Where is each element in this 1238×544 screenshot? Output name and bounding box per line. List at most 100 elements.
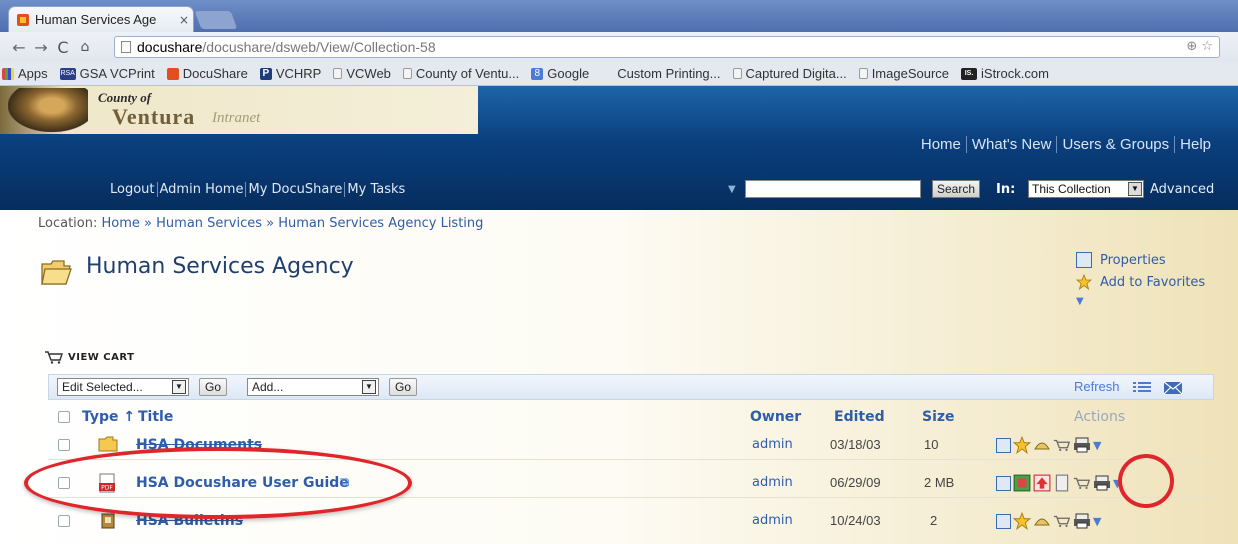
print-icon[interactable] — [1073, 512, 1091, 530]
row-size: 10 — [924, 437, 939, 452]
column-actions: Actions — [1074, 409, 1126, 425]
cart-icon[interactable] — [1073, 474, 1091, 492]
nav-users-groups[interactable]: Users & Groups — [1056, 136, 1174, 153]
table-row: HSA Documents admin 03/18/03 10 ▼ — [48, 430, 1214, 460]
row-title-link[interactable]: HSA Bulletins — [136, 513, 243, 529]
zoom-star-icon[interactable]: ⊕ ☆ — [1186, 39, 1213, 54]
bookmark-gsa-vcprint[interactable]: RSA GSA VCPrint — [59, 66, 155, 81]
nav-help[interactable]: Help — [1174, 136, 1216, 153]
more-actions-icon[interactable]: ▼ — [1076, 296, 1205, 307]
bookmark-vcweb[interactable]: VCWeb — [333, 66, 391, 81]
breadcrumb-home[interactable]: Home — [102, 216, 140, 231]
logo-ventura-text: Ventura — [112, 104, 196, 129]
row-checkbox[interactable] — [58, 439, 70, 451]
advanced-search-link[interactable]: Advanced — [1150, 182, 1214, 197]
bookmark-google[interactable]: 8 Google — [531, 66, 589, 81]
bookmark-county[interactable]: County of Ventu... — [402, 66, 519, 81]
print-icon[interactable] — [1073, 436, 1091, 454]
properties-link[interactable]: Properties — [1076, 252, 1205, 268]
nav-home[interactable]: Home — [916, 136, 966, 153]
star-icon[interactable] — [1013, 436, 1031, 454]
subscribe-icon[interactable] — [1033, 512, 1051, 530]
bookmark-imagesource[interactable]: ImageSource — [858, 66, 949, 81]
docushare-icon — [166, 67, 179, 80]
top-navigation: Home What's New Users & Groups Help — [916, 136, 1216, 153]
admin-home-link[interactable]: Admin Home — [156, 182, 246, 197]
checkout-icon[interactable] — [1033, 474, 1051, 492]
tab-close-icon[interactable]: × — [179, 13, 189, 27]
row-title-link[interactable]: HSA Documents — [136, 437, 262, 453]
star-icon[interactable] — [1013, 512, 1031, 530]
reload-icon[interactable]: C — [52, 38, 74, 57]
browser-tab[interactable]: Human Services Age × — [8, 6, 194, 32]
chevron-down-icon: ▼ — [172, 380, 186, 394]
bookmark-docushare[interactable]: DocuShare — [166, 66, 248, 81]
column-type[interactable]: Type ↑ — [82, 409, 135, 425]
properties-icon[interactable] — [996, 437, 1011, 453]
docushare-favicon-icon — [17, 13, 29, 26]
properties-icon — [1076, 252, 1092, 268]
edit-selected-go-button[interactable]: Go — [199, 378, 228, 396]
search-input[interactable] — [745, 180, 921, 198]
my-tasks-link[interactable]: My Tasks — [344, 182, 407, 197]
row-owner[interactable]: admin — [752, 475, 793, 490]
my-docushare-link[interactable]: My DocuShare — [245, 182, 344, 197]
print-icon[interactable] — [1093, 474, 1111, 492]
nav-whats-new[interactable]: What's New — [965, 136, 1057, 153]
row-owner[interactable]: admin — [752, 513, 793, 528]
add-go-button[interactable]: Go — [389, 378, 418, 396]
bookmark-custom-printing[interactable]: Custom Printing... — [617, 66, 720, 81]
cart-icon[interactable] — [1053, 512, 1071, 530]
bookmark-apps[interactable]: Apps — [2, 66, 48, 81]
select-all-checkbox[interactable] — [58, 411, 70, 423]
bookmark-captured[interactable]: Captured Digita... — [732, 66, 847, 81]
page-icon — [858, 68, 868, 79]
search-scope-select[interactable]: This Collection ▼ — [1028, 180, 1144, 198]
more-actions-icon[interactable]: ▼ — [1113, 477, 1121, 490]
properties-icon[interactable] — [996, 475, 1011, 491]
list-view-icon[interactable] — [1133, 381, 1151, 393]
breadcrumb-human-services[interactable]: Human Services — [156, 216, 262, 231]
email-icon[interactable] — [1163, 381, 1183, 395]
back-arrow-icon[interactable]: ← — [8, 38, 30, 57]
row-checkbox[interactable] — [58, 515, 70, 527]
download-icon[interactable] — [1053, 474, 1071, 492]
table-row: HSA Bulletins admin 10/24/03 2 ▼ — [48, 506, 1214, 536]
chevron-down-icon: ▼ — [362, 380, 376, 394]
cart-icon[interactable] — [1053, 436, 1071, 454]
address-bar[interactable]: docushare/docushare/dsweb/View/Collectio… — [114, 36, 1220, 58]
search-dropdown-icon[interactable]: ▼ — [728, 184, 736, 195]
browser-toolbar: ← → C ⌂ docushare/docushare/dsweb/View/C… — [0, 32, 1238, 62]
column-title[interactable]: Title — [138, 409, 173, 425]
bookmark-vchrp[interactable]: P VCHRP — [259, 66, 321, 81]
column-edited[interactable]: Edited — [834, 409, 885, 425]
more-actions-icon[interactable]: ▼ — [1093, 515, 1101, 528]
county-logo[interactable]: County of Ventura Intranet — [0, 86, 478, 134]
google-icon: 8 — [531, 67, 544, 80]
row-owner[interactable]: admin — [752, 437, 793, 452]
edit-selected-select[interactable]: Edit Selected... ▼ — [57, 378, 189, 396]
bookmark-istrock[interactable]: IS. iStrock.com — [961, 66, 1049, 81]
column-size[interactable]: Size — [922, 409, 955, 425]
logout-link[interactable]: Logout — [110, 182, 157, 197]
open-new-window-icon[interactable]: ⧉ — [340, 475, 349, 490]
cart-icon — [45, 351, 63, 364]
forward-arrow-icon[interactable]: → — [30, 38, 52, 57]
breadcrumb-current[interactable]: Human Services Agency Listing — [278, 216, 483, 231]
row-checkbox[interactable] — [58, 477, 70, 489]
row-title-link[interactable]: HSA Docushare User Guide — [136, 475, 349, 491]
add-to-favorites-link[interactable]: Add to Favorites — [1076, 274, 1205, 290]
view-cart-link[interactable]: VIEW CART — [44, 350, 134, 364]
subscribe-icon[interactable] — [1033, 436, 1051, 454]
properties-icon[interactable] — [996, 513, 1011, 529]
search-button[interactable]: Search — [932, 180, 981, 198]
new-tab-button[interactable] — [194, 11, 238, 29]
home-icon[interactable]: ⌂ — [74, 39, 96, 55]
versions-icon[interactable] — [1013, 474, 1031, 492]
column-owner[interactable]: Owner — [750, 409, 801, 425]
more-actions-icon[interactable]: ▼ — [1093, 439, 1101, 452]
breadcrumb-separator: » — [144, 216, 153, 231]
chevron-down-icon: ▼ — [1128, 182, 1142, 196]
add-select[interactable]: Add... ▼ — [247, 378, 379, 396]
refresh-link[interactable]: Refresh — [1074, 379, 1120, 394]
